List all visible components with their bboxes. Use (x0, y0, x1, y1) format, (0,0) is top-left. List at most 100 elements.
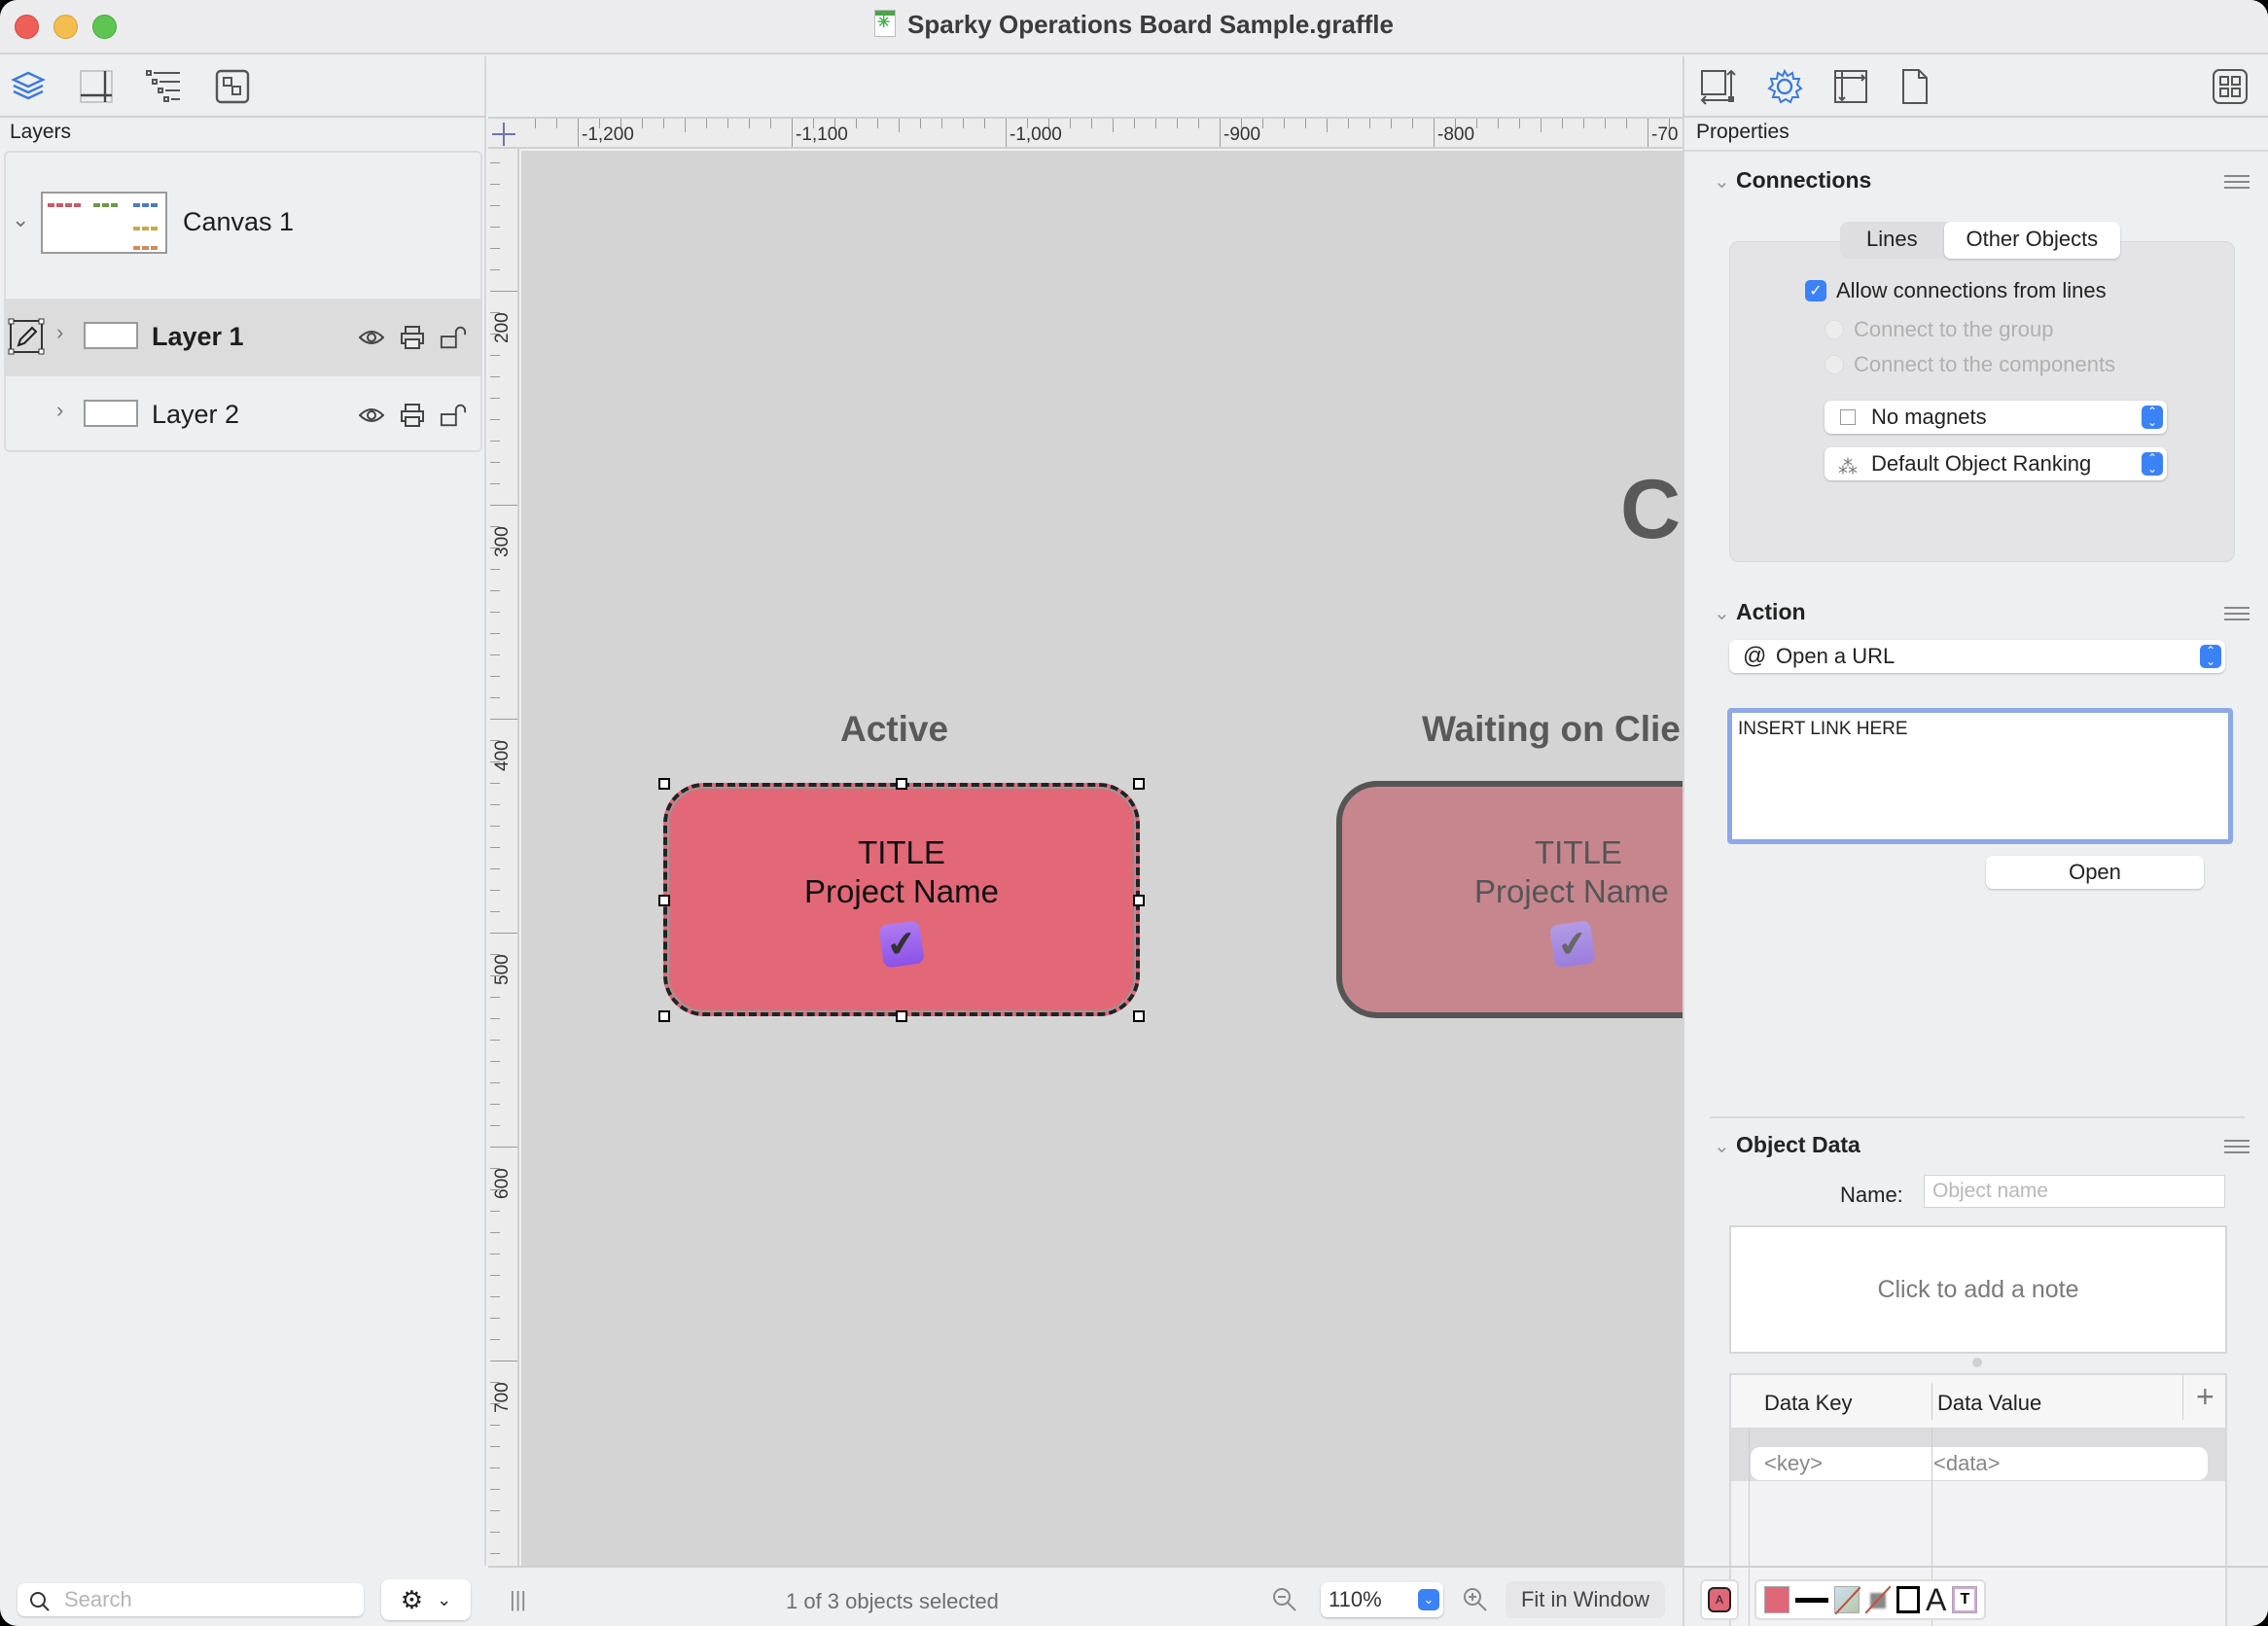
shape-icon[interactable] (1896, 1586, 1920, 1613)
resize-handle[interactable] (1133, 895, 1145, 906)
printer-icon[interactable] (399, 402, 426, 429)
ruler-tick (490, 483, 500, 484)
ruler-origin[interactable] (488, 117, 519, 149)
magnets-select[interactable]: No magnets ⌃ ⌄ (1825, 401, 2167, 434)
ruler-tick (899, 119, 900, 132)
visibility-eye-icon[interactable] (358, 324, 385, 351)
ranking-select[interactable]: ⁂ Default Object Ranking ⌃ ⌄ (1825, 447, 2167, 480)
ruler-tick (490, 1296, 500, 1297)
connect-components-radio[interactable]: Connect to the components (1825, 352, 2115, 377)
image-fill-icon[interactable] (1834, 1586, 1860, 1614)
resize-handle[interactable] (658, 1010, 670, 1022)
chevron-down-icon: ⌄ (1714, 1136, 1730, 1157)
ruler-tick (1006, 119, 1007, 147)
add-row-button[interactable]: + (2196, 1379, 2215, 1415)
ruler-tick (490, 612, 500, 613)
ruler-tick (490, 355, 500, 356)
horizontal-ruler[interactable]: -1,200 -1,100 -1,000 -900 -800 -70 (519, 117, 1683, 149)
zoom-in-icon[interactable] (1461, 1585, 1490, 1619)
project-card-selected[interactable]: TITLE Project Name ✔ (663, 783, 1140, 1016)
document-icon[interactable] (1895, 66, 1935, 107)
zoom-out-icon[interactable] (1270, 1585, 1299, 1619)
section-menu-icon[interactable] (2224, 607, 2250, 620)
note-field[interactable]: Click to add a note (1729, 1225, 2227, 1354)
text-style-icon[interactable]: A (1926, 1584, 1946, 1615)
ruler-tick (490, 162, 500, 163)
url-textarea[interactable]: INSERT LINK HERE (1727, 708, 2233, 844)
unlock-icon[interactable] (440, 324, 467, 351)
object-name-input[interactable]: Object name (1924, 1175, 2225, 1208)
object-data-section-header[interactable]: ⌄ Object Data (1684, 1128, 2268, 1167)
resize-handle[interactable] (658, 895, 670, 906)
drawing-canvas[interactable]: C Active Waiting on Clie TITLE Project N… (521, 151, 1683, 1566)
action-type-select[interactable]: @ Open a URL ⌃ ⌄ (1729, 640, 2225, 673)
project-card[interactable]: TITLE Project Name ✔ (1336, 781, 1683, 1018)
grid-icon[interactable] (2210, 66, 2250, 107)
layer-actions-menu[interactable]: ⚙ ⌄ (381, 1579, 471, 1620)
ruler-tick (490, 1489, 500, 1490)
outline-icon[interactable] (144, 66, 185, 107)
ruler-tick (490, 1254, 500, 1255)
canvas-grid-icon[interactable] (76, 66, 117, 107)
ruler-label: -1,200 (582, 124, 634, 145)
allow-connections-checkbox[interactable]: ✓ Allow connections from lines (1805, 278, 2107, 303)
resize-handle[interactable] (1133, 778, 1145, 790)
resize-handle[interactable] (658, 778, 670, 790)
action-title: Action (1736, 599, 1806, 624)
layers-search-input[interactable]: Search (18, 1583, 364, 1616)
split-handle-icon[interactable]: ||| (510, 1587, 526, 1612)
stroke-style-icon[interactable] (1795, 1597, 1828, 1603)
tab-lines[interactable]: Lines (1840, 222, 1944, 259)
section-menu-icon[interactable] (2224, 1140, 2250, 1153)
chevron-right-icon[interactable]: › (56, 320, 63, 345)
resize-handle[interactable] (896, 778, 907, 790)
vertical-ruler[interactable]: 20030040050060070000 (488, 149, 519, 1566)
connections-section-header[interactable]: ⌄ Connections (1684, 163, 2268, 202)
ruler-label: 600 (492, 1168, 513, 1199)
text-position-icon[interactable]: T (1952, 1586, 1978, 1613)
divider (1684, 150, 2268, 152)
visibility-eye-icon[interactable] (358, 402, 385, 429)
layer-row[interactable]: › Layer 1 (6, 299, 480, 376)
layers-icon[interactable] (8, 66, 49, 107)
selection-icon[interactable] (212, 66, 253, 107)
splitter-handle[interactable] (1972, 1358, 1982, 1367)
zoom-level-select[interactable]: 110% ⌄ (1321, 1582, 1443, 1617)
properties-gear-icon[interactable] (1764, 66, 1805, 107)
connect-components-label: Connect to the components (1854, 352, 2116, 376)
edit-layer-icon[interactable] (8, 318, 45, 360)
canvas-row[interactable]: ⌄ Canvas 1 (6, 153, 480, 299)
ruler-label: -1,000 (1010, 124, 1062, 145)
layer-row[interactable]: › Layer 2 (6, 376, 480, 454)
resize-handle[interactable] (1133, 1010, 1145, 1022)
chevron-down-icon[interactable]: ⌄ (12, 207, 29, 232)
ruler-tick (490, 1446, 500, 1447)
printer-icon[interactable] (399, 324, 426, 351)
shadow-icon[interactable] (1865, 1586, 1891, 1613)
section-menu-icon[interactable] (2224, 175, 2250, 189)
tab-other-objects[interactable]: Other Objects (1943, 222, 2120, 259)
layer-thumbnail (84, 400, 138, 427)
data-key-field[interactable]: <key> (1764, 1451, 1823, 1476)
open-url-button[interactable]: Open (1986, 856, 2204, 889)
zoom-value: 110% (1329, 1587, 1382, 1611)
column-divider (2182, 1375, 2183, 1420)
table-header: Data Key Data Value + (1731, 1375, 2225, 1428)
canvas-size-icon[interactable] (1830, 66, 1871, 107)
ruler-tick (1605, 119, 1606, 128)
style-preview-button[interactable]: A (1700, 1579, 1739, 1620)
action-section-header[interactable]: ⌄ Action (1684, 595, 2268, 634)
table-row-editor[interactable]: <key> <data> (1751, 1447, 2208, 1480)
connect-group-radio[interactable]: Connect to the group (1825, 317, 2053, 342)
fit-in-window-button[interactable]: Fit in Window (1506, 1581, 1665, 1618)
column-heading-waiting: Waiting on Clie (1422, 709, 1681, 749)
resize-handle[interactable] (896, 1010, 907, 1022)
geometry-icon[interactable] (1698, 66, 1739, 107)
ruler-tick (490, 441, 500, 442)
fill-color-swatch[interactable] (1764, 1586, 1790, 1613)
action-type-value: Open a URL (1776, 644, 1896, 668)
unlock-icon[interactable] (440, 402, 467, 429)
layers-label: Layers (10, 121, 72, 143)
chevron-right-icon[interactable]: › (56, 398, 63, 423)
data-value-field[interactable]: <data> (1933, 1451, 2001, 1476)
